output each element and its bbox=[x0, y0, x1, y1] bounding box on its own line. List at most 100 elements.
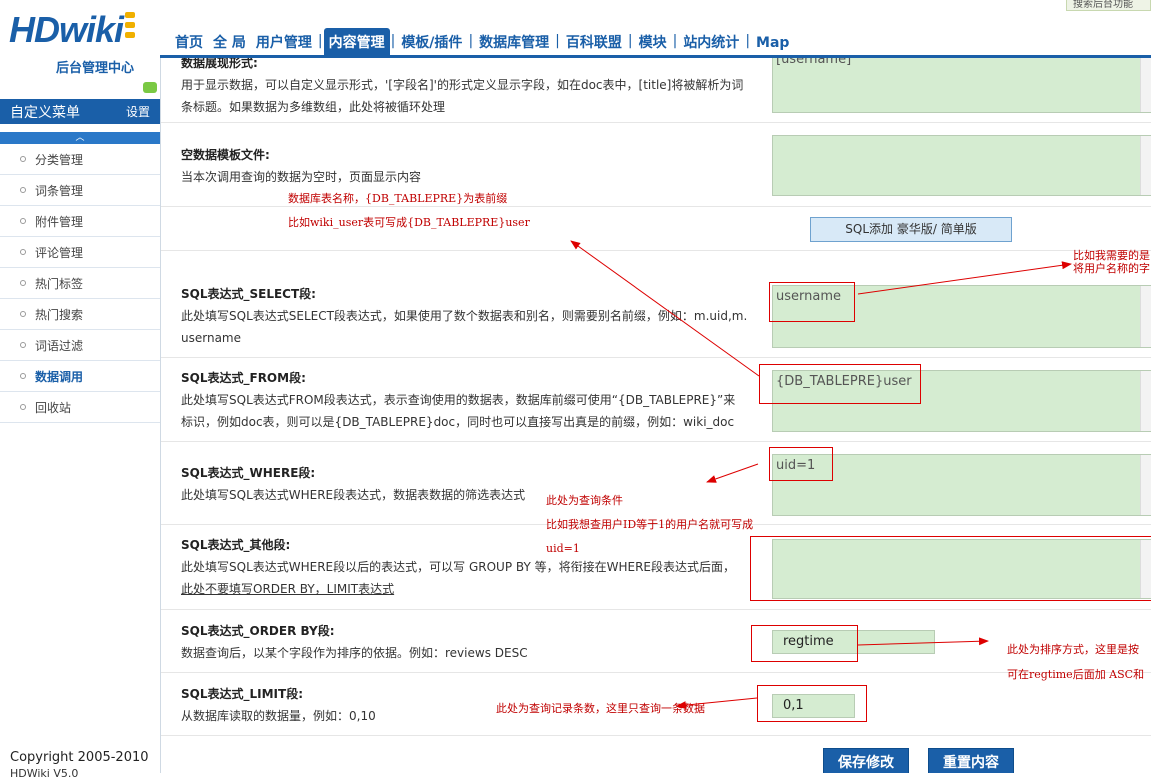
search-function-tip[interactable]: 搜索后台功能 bbox=[1066, 0, 1151, 11]
where-note-2: 比如我想查用户ID等于1的用户名就可写成 bbox=[546, 518, 754, 531]
orderby-desc: 数据查询后，以某个字段作为排序的依据。例如：reviews DESC bbox=[181, 646, 528, 660]
nav-separator: | bbox=[627, 33, 633, 49]
row-where: SQL表达式_WHERE段: 此处填写SQL表达式WHERE段表达式，数据表数据… bbox=[161, 442, 1151, 525]
from-desc2: 标识，例如doc表，则可以是{DB_TABLEPRE}doc，同时也可以直接写出… bbox=[181, 415, 735, 429]
settings-link[interactable]: 设置 bbox=[126, 103, 150, 120]
table-hint-1: 数据库表名称，{DB_TABLEPRE}为表前缀 bbox=[288, 192, 508, 205]
nav-tab-7[interactable]: 模块 bbox=[634, 28, 672, 56]
select-desc2: username bbox=[181, 331, 241, 345]
nav-tab-5[interactable]: 数据库管理 bbox=[474, 28, 554, 56]
select-desc1: 此处填写SQL表达式SELECT段表达式，如果使用了数个数据表和别名，则需要别名… bbox=[181, 309, 748, 323]
scrollbar[interactable] bbox=[1140, 136, 1151, 195]
orderby-title: SQL表达式_ORDER BY段: bbox=[181, 624, 335, 638]
chat-icon[interactable] bbox=[143, 82, 157, 93]
orderby-note-2: 可在regtime后面加 ASC和 bbox=[1007, 668, 1145, 681]
sidebar-item-label: 分类管理 bbox=[35, 152, 84, 167]
nav-tab-1[interactable]: 全 局 bbox=[208, 28, 251, 56]
nav-separator: | bbox=[555, 33, 560, 49]
sidebar: 自定义菜单 设置 ︿ 分类管理词条管理 附件管理评论管理热门标签热门搜索词语过滤数… bbox=[0, 99, 160, 773]
sidebar-item-7[interactable]: 数据调用 bbox=[0, 361, 160, 392]
copyright: Copyright 2005-2010 bbox=[10, 750, 149, 765]
from-desc1: 此处填写SQL表达式FROM段表达式，表示查询使用的数据表，数据库前缀可使用“{… bbox=[181, 393, 736, 407]
where-note-3: uid=1 bbox=[546, 542, 580, 555]
nav-separator: | bbox=[390, 33, 396, 49]
row-from: SQL表达式_FROM段: 此处填写SQL表达式FROM段表达式，表示查询使用的… bbox=[161, 358, 1151, 442]
select-note-2: 将用户名称的字 bbox=[1073, 262, 1150, 275]
orderby-note-1: 此处为排序方式，这里是按 bbox=[1007, 643, 1139, 656]
bullet-icon bbox=[20, 249, 26, 255]
bullet-icon bbox=[20, 373, 26, 379]
annotation-box-orderby bbox=[751, 625, 858, 662]
save-button[interactable]: 保存修改 bbox=[823, 748, 909, 773]
sidebar-item-label: 词语过滤 bbox=[35, 338, 84, 353]
sidebar-item-label: 数据调用 bbox=[35, 369, 84, 384]
header: HDwiki 搜索后台功能 首页全 局用户管理 | 内容管理 | 模板/插件 | 数据库管理… bbox=[0, 0, 1151, 58]
table-hint-2: 比如wiki_user表可写成{DB_TABLEPRE}user bbox=[288, 216, 530, 229]
annotation-box-other bbox=[750, 536, 1151, 601]
empty-template-textarea[interactable] bbox=[772, 135, 1151, 196]
sidebar-item-1[interactable]: 词条管理 bbox=[0, 175, 160, 206]
annotation-box-limit bbox=[757, 685, 867, 722]
scrollbar[interactable] bbox=[1140, 455, 1151, 515]
row-select: SQL表达式_SELECT段: 此处填写SQL表达式SELECT段表达式，如果使… bbox=[161, 250, 1151, 358]
sidebar-item-6[interactable]: 词语过滤 bbox=[0, 330, 160, 361]
bullet-icon bbox=[20, 156, 26, 162]
where-title: SQL表达式_WHERE段: bbox=[181, 466, 316, 480]
row-display-format: 数据展现形式: 用于显示数据，可以自定义显示形式，'[字段名]'的形式定义显示字… bbox=[161, 58, 1151, 123]
nav-separator: | bbox=[745, 33, 751, 49]
empty-template-title: 空数据模板文件: bbox=[181, 148, 270, 162]
sidebar-item-0[interactable]: 分类管理 bbox=[0, 144, 160, 175]
bullet-icon bbox=[20, 280, 26, 286]
scrollbar[interactable] bbox=[1140, 58, 1151, 112]
nav-tab-4[interactable]: 模板/插件 bbox=[396, 28, 467, 56]
nav-tab-3[interactable]: 内容管理 bbox=[323, 28, 390, 56]
other-desc2: 此处不要填写ORDER BY，LIMIT表达式 bbox=[181, 582, 395, 596]
sidebar-list: 分类管理词条管理 附件管理评论管理热门标签热门搜索词语过滤数据调用回收站 bbox=[0, 144, 160, 423]
nav-tab-2[interactable]: 用户管理 bbox=[251, 28, 317, 56]
sidebar-item-label: 回收站 bbox=[35, 400, 72, 415]
nav-tab-0[interactable]: 首页 bbox=[170, 28, 208, 56]
display-format-desc1: 用于显示数据，可以自定义显示形式，'[字段名]'的形式定义显示字段，如在doc表… bbox=[181, 78, 744, 92]
sidebar-item-3[interactable]: 评论管理 bbox=[0, 237, 160, 268]
other-desc1: 此处填写SQL表达式WHERE段以后的表达式，可以写 GROUP BY 等，将衔… bbox=[181, 560, 735, 574]
bullet-icon bbox=[20, 311, 26, 317]
bullet-icon bbox=[20, 404, 26, 410]
empty-template-desc: 当本次调用查询的数据为空时，页面显示内容 bbox=[181, 170, 422, 184]
sidebar-item-5[interactable]: 热门搜索 bbox=[0, 299, 160, 330]
copyright-version: HDWiki V5.0 bbox=[10, 767, 79, 780]
custom-menu-title: 自定义菜单 bbox=[10, 104, 80, 121]
reset-button[interactable]: 重置内容 bbox=[928, 748, 1014, 773]
nav-tab-8[interactable]: 站内统计 bbox=[678, 28, 744, 56]
scrollbar[interactable] bbox=[1140, 286, 1151, 347]
nav-tab-9[interactable]: Map bbox=[751, 28, 794, 56]
display-format-textarea[interactable]: [username] bbox=[772, 58, 1151, 113]
where-note-1: 此处为查询条件 bbox=[546, 494, 623, 507]
sidebar-item-label: 热门标签 bbox=[35, 276, 84, 291]
data-call-form: 数据展现形式: 用于显示数据，可以自定义显示形式，'[字段名]'的形式定义显示字… bbox=[160, 58, 1151, 773]
sidebar-item-2[interactable]: 附件管理 bbox=[0, 206, 160, 237]
sidebar-item-label: 评论管理 bbox=[35, 245, 84, 260]
logo-mark-icon bbox=[125, 10, 136, 46]
collapse-button[interactable]: ︿ bbox=[0, 132, 160, 144]
nav-separator: | bbox=[317, 33, 323, 49]
hdwiki-logo[interactable]: HDwiki bbox=[9, 10, 136, 50]
from-title: SQL表达式_FROM段: bbox=[181, 371, 306, 385]
row-orderby: SQL表达式_ORDER BY段: 数据查询后，以某个字段作为排序的依据。例如：… bbox=[161, 610, 1151, 673]
admin-center-title: 后台管理中心 bbox=[56, 61, 135, 76]
scrollbar[interactable] bbox=[1140, 371, 1151, 431]
sidebar-item-label: 热门搜索 bbox=[35, 307, 84, 322]
display-format-title: 数据展现形式: bbox=[181, 58, 258, 70]
top-nav: 首页全 局用户管理 | 内容管理 | 模板/插件 | 数据库管理 | 百科联盟 | 模块 | 站内统计 |… bbox=[170, 26, 794, 56]
bullet-icon bbox=[20, 187, 26, 193]
limit-note: 此处为查询记录条数，这里只查询一条数据 bbox=[496, 702, 705, 715]
sidebar-item-8[interactable]: 回收站 bbox=[0, 392, 160, 423]
where-desc: 此处填写SQL表达式WHERE段表达式，数据表数据的筛选表达式 bbox=[181, 488, 526, 502]
annotation-box-from bbox=[759, 364, 921, 404]
display-format-desc2: 条标题。如果数据为多维数组，此处将被循环处理 bbox=[181, 100, 446, 114]
nav-separator: | bbox=[672, 33, 678, 49]
sidebar-item-4[interactable]: 热门标签 bbox=[0, 268, 160, 299]
limit-desc: 从数据库读取的数据量，例如：0,10 bbox=[181, 709, 376, 723]
sql-add-button[interactable]: SQL添加 豪华版/ 简单版 bbox=[810, 217, 1012, 242]
other-title: SQL表达式_其他段: bbox=[181, 538, 291, 552]
nav-tab-6[interactable]: 百科联盟 bbox=[561, 28, 627, 56]
